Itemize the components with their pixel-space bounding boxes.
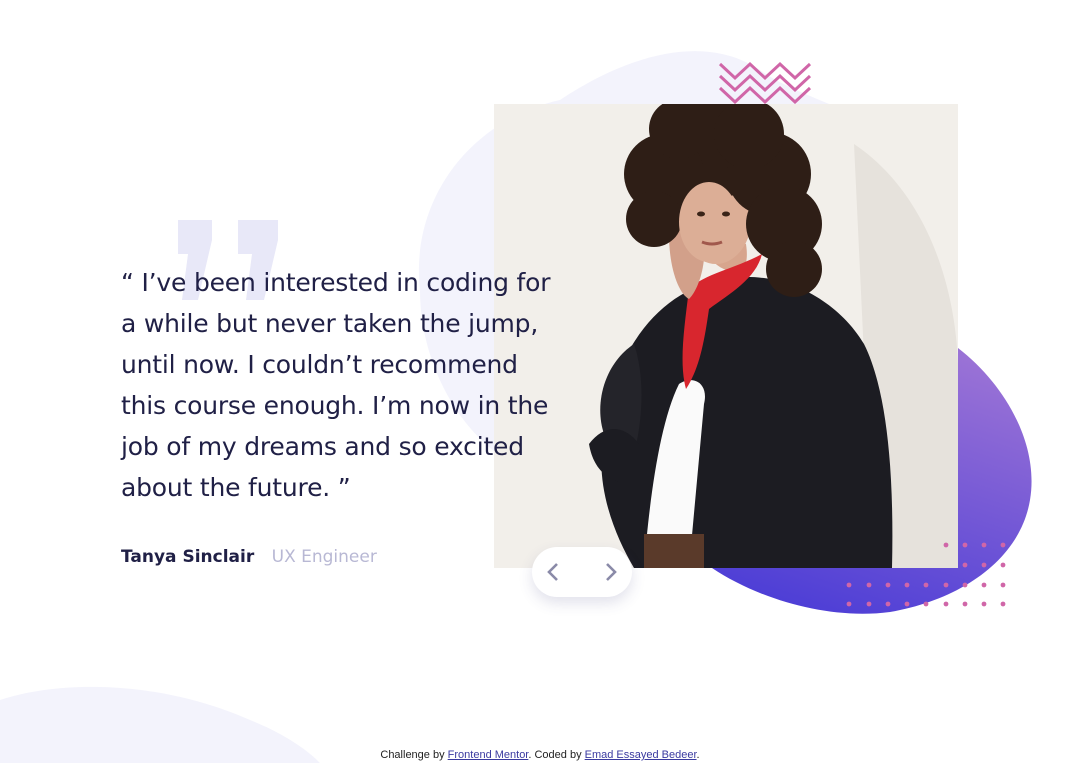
quote-line: “ I’ve been interested in coding for [121,268,551,297]
zigzag-pattern-icon [718,61,812,104]
frontend-mentor-link[interactable]: Frontend Mentor [448,749,529,761]
author-role: UX Engineer [271,547,377,567]
testimonial-quote: “ I’ve been interested in coding for a w… [121,262,591,508]
chevron-right-icon [606,563,617,581]
dot-pattern-icon [846,542,1006,607]
quote-line: this course enough. I’m now in the [121,391,549,420]
chevron-left-icon [547,563,558,581]
quote-line: job of my dreams and so excited [121,432,524,461]
attribution-suffix: . [696,749,700,761]
quote-line: until now. I couldn’t recommend [121,350,518,379]
slider-navigation [532,547,632,597]
testimonial-page: “ I’ve been interested in coding for a w… [0,0,1080,763]
quote-line: a while but never taken the jump, [121,309,539,338]
attribution-prefix: Challenge by [380,749,448,761]
previous-button[interactable] [540,559,566,585]
author-name: Tanya Sinclair [121,547,255,567]
next-button[interactable] [598,559,624,585]
quote-line: about the future. ” [121,473,351,502]
attribution-footer: Challenge by Frontend Mentor. Coded by E… [0,748,1080,763]
author-link[interactable]: Emad Essayed Bedeer [585,749,697,761]
attribution-middle: . Coded by [528,749,585,761]
testimonial-author: Tanya Sinclair UX Engineer [121,545,377,569]
